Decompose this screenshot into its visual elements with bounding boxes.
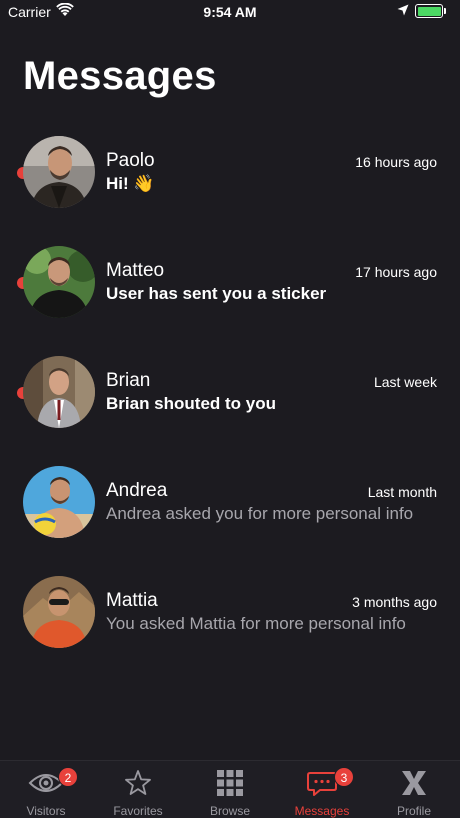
message-row-brian[interactable]: Brian Last week Brian shouted to you	[0, 356, 460, 466]
message-list: Paolo 16 hours ago Hi! 👋 Matteo 17 hours…	[0, 136, 460, 686]
contact-name: Mattia	[106, 590, 158, 611]
star-icon	[125, 770, 151, 795]
avatar	[23, 466, 95, 538]
tab-label: Visitors	[26, 804, 66, 818]
message-row-andrea[interactable]: Andrea Last month Andrea asked you for m…	[0, 466, 460, 576]
avatar	[23, 356, 95, 428]
tab-messages[interactable]: 3 Messages	[276, 761, 368, 818]
contact-name: Paolo	[106, 150, 155, 171]
message-preview: User has sent you a sticker	[106, 284, 327, 303]
tab-favorites[interactable]: Favorites	[92, 761, 184, 818]
message-row-mattia[interactable]: Mattia 3 months ago You asked Mattia for…	[0, 576, 460, 686]
avatar	[23, 136, 95, 208]
message-row-paolo[interactable]: Paolo 16 hours ago Hi! 👋	[0, 136, 460, 246]
tab-bar: 2 Visitors Favorites Browse 3 Messages P…	[0, 760, 460, 818]
message-row-matteo[interactable]: Matteo 17 hours ago User has sent you a …	[0, 246, 460, 356]
battery-icon	[415, 4, 443, 18]
tab-browse[interactable]: Browse	[184, 761, 276, 818]
message-preview: Brian shouted to you	[106, 394, 276, 413]
contact-name: Brian	[106, 370, 151, 391]
message-time: Last month	[367, 484, 437, 500]
message-preview: You asked Mattia for more personal info	[106, 614, 406, 633]
clock: 9:54 AM	[203, 4, 257, 20]
message-time: 3 months ago	[352, 594, 437, 610]
page-title: Messages	[23, 54, 217, 98]
status-bar: Carrier 9:54 AM	[0, 0, 460, 24]
tab-profile[interactable]: Profile	[368, 761, 460, 818]
battery-tip	[444, 8, 446, 14]
x-logo-icon	[402, 771, 426, 795]
notification-badge: 2	[58, 767, 78, 787]
notification-badge: 3	[334, 767, 354, 787]
contact-name: Andrea	[106, 480, 168, 501]
avatar	[23, 576, 95, 648]
avatar	[23, 246, 95, 318]
tab-visitors[interactable]: 2 Visitors	[0, 761, 92, 818]
tab-label: Messages	[294, 804, 350, 818]
tab-label: Profile	[396, 804, 431, 818]
tab-label: Browse	[209, 804, 250, 818]
message-preview: Hi! 👋	[106, 174, 155, 193]
message-time: 17 hours ago	[355, 264, 437, 280]
grid-icon	[217, 770, 243, 796]
message-time: 16 hours ago	[355, 154, 437, 170]
message-preview: Andrea asked you for more personal info	[106, 504, 414, 523]
message-time: Last week	[373, 374, 437, 390]
location-arrow-icon	[397, 4, 409, 16]
contact-name: Matteo	[106, 260, 165, 281]
tab-label: Favorites	[113, 804, 163, 818]
